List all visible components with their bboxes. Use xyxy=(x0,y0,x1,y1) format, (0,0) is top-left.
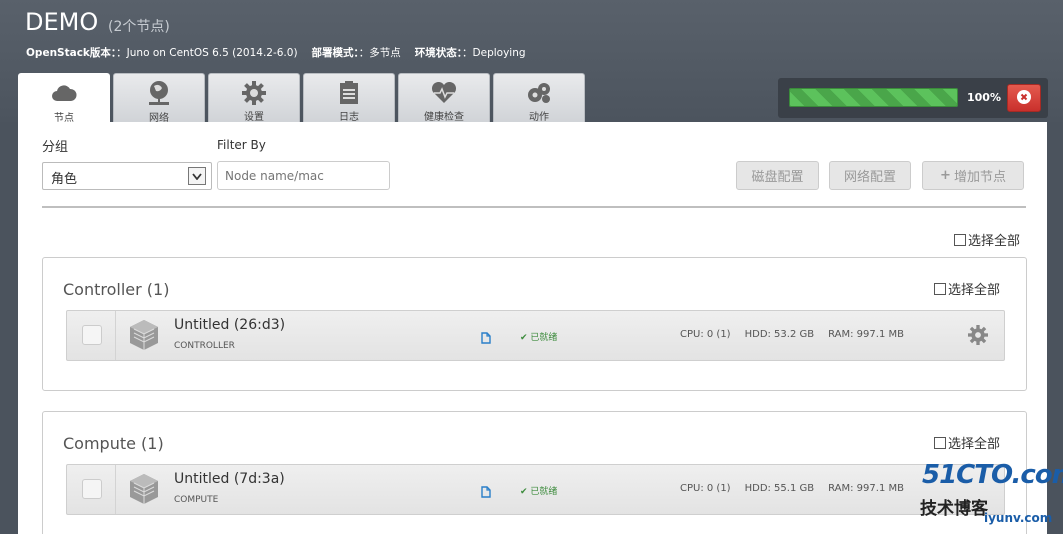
group-controller: Controller (1) 选择全部 Untitled (26:d3) CON… xyxy=(42,257,1027,391)
node-name: Untitled (7d:3a) xyxy=(174,471,285,487)
tab-bar: 节点 网络 设置 日志 健康检查 动作 xyxy=(18,73,585,124)
heart-icon xyxy=(431,80,457,105)
disk-config-button[interactable]: 磁盘配置 xyxy=(736,161,819,190)
check-icon: ✔ xyxy=(520,333,528,343)
group-title: Compute (1) xyxy=(63,434,164,453)
meta-status: 环境状态：：Deploying xyxy=(414,47,526,59)
meta-version: OpenStack版本：：Juno on CentOS 6.5 (2014.2-… xyxy=(26,47,298,59)
select-all-nodes[interactable]: 选择全部 xyxy=(954,230,1020,249)
environment-title: DEMO xyxy=(25,8,99,36)
log-icon xyxy=(336,80,362,105)
tab-settings[interactable]: 设置 xyxy=(208,73,300,123)
node-separator xyxy=(115,311,116,360)
stop-deploy-button[interactable] xyxy=(1007,84,1041,112)
check-icon: ✔ xyxy=(520,487,528,497)
node-status: ✔ 已就绪 xyxy=(520,333,558,343)
deploy-progress: 100% xyxy=(778,78,1048,118)
node-hdd: HDD: 53.2 GB xyxy=(744,329,815,340)
tab-network[interactable]: 网络 xyxy=(113,73,205,124)
node-status: ✔ 已就绪 xyxy=(520,487,558,497)
node-hdd: HDD: 55.1 GB xyxy=(744,483,815,494)
select-all-checkbox[interactable] xyxy=(954,233,966,246)
gear-icon xyxy=(241,80,267,105)
nodes-panel: 分组 Filter By 角色 磁盘配置 网络配置 + 增加节点 选择全部 Co… xyxy=(18,122,1047,534)
meta-mode: 部署模式：：多节点 xyxy=(311,47,401,59)
add-node-button[interactable]: + 增加节点 xyxy=(922,161,1024,190)
group-select-all-checkbox[interactable] xyxy=(934,436,946,449)
node-checkbox[interactable] xyxy=(82,479,102,499)
filter-input[interactable] xyxy=(217,161,390,190)
filter-label: Filter By xyxy=(217,138,266,152)
network-config-button[interactable]: 网络配置 xyxy=(829,161,911,190)
top-bar: DEMO (2个节点) OpenStack版本：：Juno on CentOS … xyxy=(0,0,1063,124)
node-cpu: CPU: 0 (1) xyxy=(680,483,731,494)
node-ram: RAM: 997.1 MB xyxy=(828,329,904,340)
divider xyxy=(42,206,1026,208)
watermark-line1: 51CTO.com xyxy=(922,460,1063,490)
node-row[interactable]: Untitled (26:d3) CONTROLLER ✔ 已就绪 CPU: 0… xyxy=(66,310,1005,361)
tab-actions[interactable]: 动作 xyxy=(493,73,585,123)
plus-icon: + xyxy=(940,168,951,183)
node-ram: RAM: 997.1 MB xyxy=(828,483,904,494)
environment-meta: OpenStack版本：：Juno on CentOS 6.5 (2014.2-… xyxy=(26,45,526,60)
server-cube-icon xyxy=(129,473,159,505)
node-cpu: CPU: 0 (1) xyxy=(680,329,731,340)
node-row[interactable]: Untitled (7d:3a) COMPUTE ✔ 已就绪 CPU: 0 (1… xyxy=(66,464,1005,515)
node-stats: CPU: 0 (1) HDD: 55.1 GB RAM: 997.1 MB xyxy=(680,483,904,494)
watermark-line2: 技术博客 xyxy=(920,499,988,519)
node-checkbox[interactable] xyxy=(82,325,102,345)
group-by-select[interactable]: 角色 xyxy=(42,162,212,190)
file-icon[interactable] xyxy=(481,483,491,502)
group-select-all[interactable]: 选择全部 xyxy=(934,279,1000,298)
group-compute: Compute (1) 选择全部 Untitled (7d:3a) COMPUT… xyxy=(42,411,1027,534)
node-count: (2个节点) xyxy=(108,19,170,35)
gear-icon[interactable] xyxy=(968,325,988,349)
node-role: COMPUTE xyxy=(174,495,219,505)
node-role: CONTROLLER xyxy=(174,341,235,351)
progress-track xyxy=(789,88,958,107)
tab-logs[interactable]: 日志 xyxy=(303,73,395,123)
watermark-line3: iyunv.com xyxy=(984,511,1053,525)
node-name: Untitled (26:d3) xyxy=(174,317,286,333)
chevron-down-icon xyxy=(188,167,206,185)
group-by-value: 角色 xyxy=(51,172,78,187)
progress-percent: 100% xyxy=(967,91,1001,104)
group-by-label: 分组 xyxy=(42,140,69,155)
node-stats: CPU: 0 (1) HDD: 53.2 GB RAM: 997.1 MB xyxy=(680,329,904,340)
file-icon[interactable] xyxy=(481,329,491,348)
node-separator xyxy=(115,465,116,514)
server-cube-icon xyxy=(129,319,159,351)
actions-icon xyxy=(526,80,552,105)
group-title: Controller (1) xyxy=(63,280,170,299)
network-icon xyxy=(146,80,172,106)
watermark: 51CTO.com 技术博客 iyunv.com xyxy=(918,460,1063,534)
tab-nodes[interactable]: 节点 xyxy=(18,73,110,124)
cloud-icon xyxy=(51,80,77,106)
tab-health-check[interactable]: 健康检查 xyxy=(398,73,490,123)
group-select-all[interactable]: 选择全部 xyxy=(934,433,1000,452)
progress-fill xyxy=(789,88,958,107)
group-select-all-checkbox[interactable] xyxy=(934,282,946,295)
close-icon xyxy=(1017,89,1031,108)
